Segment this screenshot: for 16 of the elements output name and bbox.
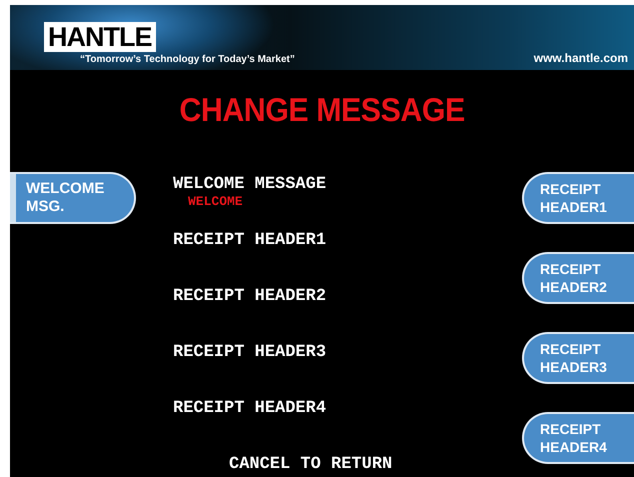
menu-label: RECEIPT HEADER1	[173, 231, 328, 251]
menu-label: RECEIPT HEADER2	[173, 287, 328, 307]
current-value: WELCOME	[188, 195, 244, 209]
menu-label: RECEIPT HEADER3	[173, 343, 328, 363]
website-url: www.hantle.com	[534, 51, 628, 65]
side-button[interactable]: RECEIPT HEADER3	[522, 332, 634, 384]
screen-title: CHANGE MESSAGE	[179, 91, 465, 129]
side-button[interactable]: WELCOME MSG.	[10, 172, 136, 224]
menu-label: RECEIPT HEADER4	[173, 399, 328, 419]
side-button[interactable]: RECEIPT HEADER2	[522, 252, 634, 304]
tagline: “Tomorrow’s Technology for Today’s Market”	[80, 54, 295, 65]
logo: HANTLE	[44, 22, 156, 52]
cancel-instruction: CANCEL TO RETURN	[229, 455, 392, 474]
menu-label: WELCOME MESSAGE	[173, 175, 328, 195]
side-button[interactable]: RECEIPT HEADER4	[522, 412, 634, 464]
side-button[interactable]: RECEIPT HEADER1	[522, 172, 634, 224]
